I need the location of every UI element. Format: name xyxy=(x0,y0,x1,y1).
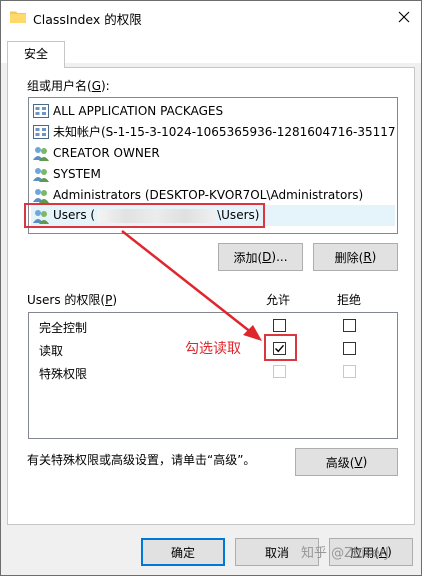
list-item[interactable]: 未知帐户(S-1-15-3-1024-1065365936-1281604716… xyxy=(31,121,395,142)
add-button[interactable]: 添加(D)... xyxy=(218,243,303,271)
permission-name: 读取 xyxy=(39,344,64,358)
principal-name: 未知帐户(S-1-15-3-1024-1065365936-1281604716… xyxy=(53,125,395,139)
close-button[interactable] xyxy=(387,1,421,33)
list-item[interactable]: CREATOR OWNER xyxy=(31,142,395,163)
folder-icon xyxy=(10,11,26,23)
group-or-user-label: 组或用户名(G): xyxy=(27,79,110,93)
permission-name: 完全控制 xyxy=(39,321,88,335)
highlight-read-checkbox xyxy=(264,334,297,361)
allow-column-header: 允许 xyxy=(266,293,291,307)
unknown-account-icon xyxy=(33,124,49,139)
permissions-dialog: ClassIndex 的权限 安全 组或用户名(G): ALL APPLICAT… xyxy=(0,0,422,576)
list-item[interactable]: SYSTEM xyxy=(31,163,395,184)
app-packages-icon xyxy=(33,103,49,118)
list-item[interactable]: ALL APPLICATION PACKAGES xyxy=(31,100,395,121)
watermark: 知乎 @ZhiserJ xyxy=(301,546,389,561)
permissions-label: Users 的权限(P) xyxy=(27,293,118,307)
principal-name: SYSTEM xyxy=(53,166,101,181)
deny-special-checkbox xyxy=(343,365,356,378)
principal-name: ALL APPLICATION PACKAGES xyxy=(53,103,224,118)
permission-name: 特殊权限 xyxy=(39,367,88,381)
deny-full-control-checkbox[interactable] xyxy=(343,319,356,332)
allow-special-checkbox xyxy=(273,365,286,378)
window-title: ClassIndex 的权限 xyxy=(33,12,142,27)
title-bar: ClassIndex 的权限 xyxy=(1,1,421,33)
deny-read-checkbox[interactable] xyxy=(343,342,356,355)
list-item[interactable]: Administrators (DESKTOP-KVOR7OL\Administ… xyxy=(31,184,395,205)
close-icon xyxy=(398,11,410,23)
principal-name: CREATOR OWNER xyxy=(53,145,160,160)
allow-full-control-checkbox[interactable] xyxy=(273,319,286,332)
user-group-icon xyxy=(33,188,49,203)
ok-button[interactable]: 确定 xyxy=(141,538,225,566)
principal-name: Administrators (DESKTOP-KVOR7OL\Administ… xyxy=(53,187,364,202)
user-group-icon xyxy=(33,167,49,182)
remove-button[interactable]: 删除(R) xyxy=(313,243,398,271)
advanced-button[interactable]: 高级(V) xyxy=(295,448,398,476)
advanced-hint: 有关特殊权限或高级设置，请单击“高级”。 xyxy=(27,453,256,467)
deny-column-header: 拒绝 xyxy=(337,293,362,307)
annotation-label: 勾选读取 xyxy=(185,341,241,357)
tab-security[interactable]: 安全 xyxy=(7,41,65,68)
highlight-users-row xyxy=(24,203,265,228)
user-group-icon xyxy=(33,146,49,161)
